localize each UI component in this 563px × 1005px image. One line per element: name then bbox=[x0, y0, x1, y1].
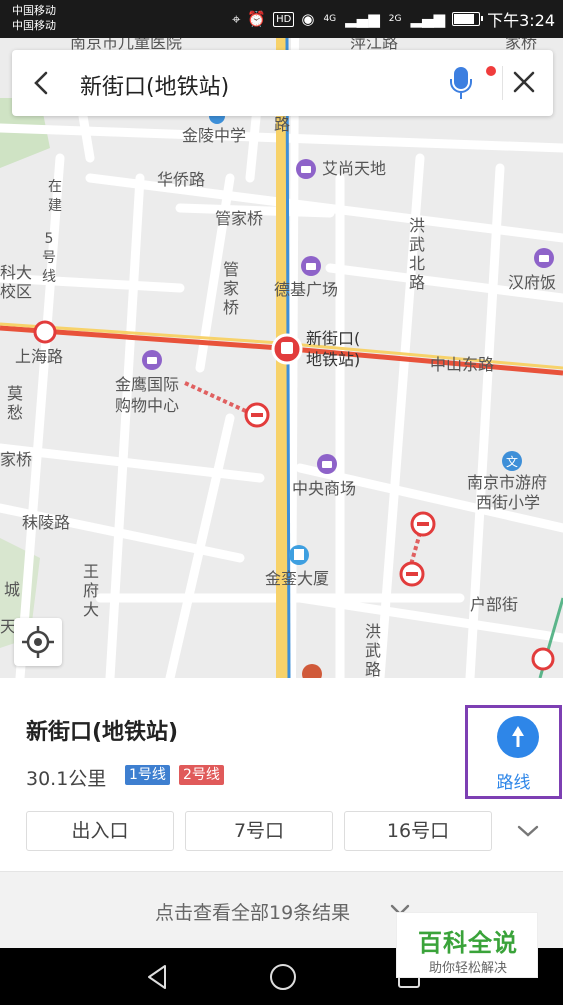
map-label: 南京市游府 bbox=[467, 473, 548, 492]
map-label: 上海路 bbox=[15, 347, 64, 366]
carrier-label: 中国移动 bbox=[12, 4, 56, 17]
search-query[interactable]: 新街口(地铁站) bbox=[80, 69, 229, 101]
status-icons: ⌖ ⏰ HD ◉ 4G ▂▄▆ 2G ▂▄▆ 下午3:24 bbox=[232, 0, 555, 38]
chevron-down-icon bbox=[517, 825, 539, 837]
search-bar[interactable]: 新街口(地铁站) bbox=[12, 50, 553, 116]
metro-station-icon bbox=[271, 333, 303, 365]
carrier-label: 中国移动 bbox=[12, 19, 56, 32]
map-label: 新街口( bbox=[306, 329, 361, 348]
map-label: 地铁站) bbox=[306, 350, 361, 369]
map-label: 路 bbox=[274, 115, 291, 134]
voice-search-button[interactable] bbox=[448, 65, 474, 101]
back-triangle-icon bbox=[148, 965, 166, 989]
eye-icon: ◉ bbox=[301, 10, 315, 28]
map-view[interactable]: 文 南京市儿童医院 萍江路 家桥 金陵中学 路 艾尚天地 华侨路 管家桥 在建 … bbox=[0, 38, 563, 678]
clock: 下午3:24 bbox=[487, 11, 555, 30]
watermark-subtitle: 助你轻松解决 bbox=[428, 961, 507, 976]
hd-badge: HD bbox=[273, 11, 295, 27]
divider bbox=[502, 66, 503, 100]
location-icon: ⌖ bbox=[231, 10, 241, 28]
map-label: 洪武路 bbox=[364, 622, 381, 678]
map-label: 汉府饭 bbox=[508, 273, 557, 292]
crosshair-icon bbox=[22, 626, 54, 658]
map-label: 西街小学 bbox=[476, 493, 541, 512]
map-label: 德基广场 bbox=[274, 280, 339, 299]
nav-back-button[interactable] bbox=[140, 960, 174, 994]
results-text: 点击查看全部19条结果 bbox=[155, 902, 351, 924]
exit-button[interactable]: 16号口 bbox=[344, 811, 492, 851]
map-label: 王府大 bbox=[82, 562, 99, 619]
exit-button[interactable]: 出入口 bbox=[26, 811, 174, 851]
locate-button[interactable] bbox=[14, 618, 62, 666]
map-label: 艾尚天地 bbox=[322, 159, 387, 178]
signal-icon: ▂▄▆ bbox=[410, 10, 446, 28]
alarm-icon: ⏰ bbox=[247, 10, 267, 28]
network-4g: 4G bbox=[323, 13, 337, 24]
status-bar: 中国移动 中国移动 ⌖ ⏰ HD ◉ 4G ▂▄▆ 2G ▂▄▆ 下午3:24 bbox=[0, 0, 563, 38]
map-label: 5号线 bbox=[42, 231, 56, 285]
metro-line-badge: 1号线 bbox=[125, 765, 170, 785]
network-2g: 2G bbox=[388, 13, 402, 24]
map-label: 家桥 bbox=[0, 450, 33, 469]
chevron-left-icon bbox=[34, 71, 48, 95]
map-label: 购物中心 bbox=[115, 396, 180, 415]
exit-button[interactable]: 7号口 bbox=[185, 811, 333, 851]
battery-icon bbox=[452, 12, 484, 26]
map-label: 管家桥 bbox=[222, 260, 239, 317]
close-button[interactable] bbox=[506, 64, 542, 100]
route-button[interactable]: 路线 bbox=[465, 705, 562, 799]
map-label: 校区 bbox=[0, 282, 33, 301]
map-label: 金鹰国际 bbox=[115, 375, 180, 394]
notification-dot bbox=[486, 66, 496, 76]
poi-distance: 30.1公里 bbox=[26, 768, 107, 790]
map-label: 中山东路 bbox=[430, 355, 495, 374]
map-label: 秣陵路 bbox=[22, 513, 71, 532]
expand-exits-button[interactable] bbox=[513, 816, 543, 846]
battery-level bbox=[454, 14, 475, 24]
signal-icon: ▂▄▆ bbox=[345, 10, 380, 28]
map-label: 户部街 bbox=[470, 595, 519, 614]
route-label: 路线 bbox=[496, 773, 531, 793]
close-icon bbox=[513, 71, 535, 93]
map-label: 华侨路 bbox=[157, 170, 206, 189]
map-label: 科大 bbox=[0, 263, 33, 282]
map-label: 中央商场 bbox=[292, 479, 357, 498]
watermark-logo: 百科全说 助你轻松解决 bbox=[396, 912, 538, 978]
poi-panel: 新街口(地铁站) 30.1公里 1号线 2号线 路线 出入口 7号口 16号口 … bbox=[0, 678, 563, 948]
back-button[interactable] bbox=[26, 66, 58, 100]
home-circle-icon bbox=[270, 964, 296, 990]
poi-title: 新街口(地铁站) bbox=[26, 720, 179, 745]
map-label: 城 bbox=[4, 580, 21, 599]
map-label: 在建 bbox=[48, 179, 62, 214]
map-label: 金銮大厦 bbox=[265, 569, 330, 588]
map-label: 管家桥 bbox=[215, 209, 264, 228]
metro-line-badge: 2号线 bbox=[179, 765, 224, 785]
map-label: 莫愁 bbox=[6, 384, 23, 422]
map-label: 洪武北路 bbox=[408, 216, 425, 292]
map-label: 金陵中学 bbox=[182, 126, 247, 145]
nav-home-button[interactable] bbox=[266, 960, 300, 994]
watermark-title: 百科全说 bbox=[418, 929, 518, 957]
route-arrow-icon bbox=[497, 716, 539, 758]
svg-text:文: 文 bbox=[506, 454, 518, 469]
